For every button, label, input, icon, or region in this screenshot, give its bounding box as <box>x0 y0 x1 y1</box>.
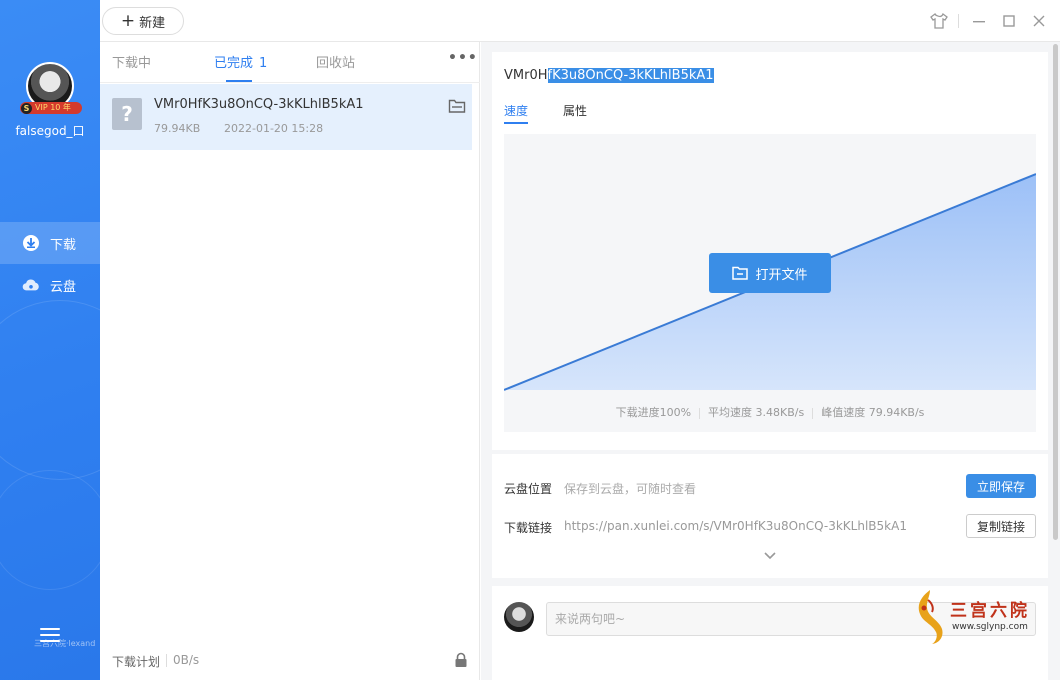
download-link-label: 下载链接 <box>504 521 553 535</box>
current-speed: 0B/s <box>173 653 200 667</box>
detail-panel: VMr0HfK3u8OnCQ-3kKLhlB5kA1 速度 属性 打开文件 下载… <box>481 42 1060 680</box>
completed-count: 1 <box>259 56 268 71</box>
plus-icon: + <box>120 10 136 31</box>
tab-completed-label: 已完成 <box>214 56 254 71</box>
avg-speed-stat: 平均速度 3.48KB/s <box>708 406 805 419</box>
download-plan-label[interactable]: 下载计划 <box>112 653 160 670</box>
unknown-file-icon: ? <box>112 98 142 130</box>
watermark-title: 三宫六院 <box>950 601 1030 621</box>
sidebar-item-cloud[interactable]: 云盘 <box>0 264 100 306</box>
speed-stats: 下载进度100% 平均速度 3.48KB/s 峰值速度 79.94KB/s <box>504 404 1036 420</box>
open-folder-icon[interactable] <box>448 98 466 114</box>
active-tab-indicator <box>504 122 528 124</box>
scrollbar[interactable] <box>1053 44 1058 540</box>
new-task-label: 新建 <box>139 15 166 31</box>
download-link-url[interactable]: https://pan.xunlei.com/s/VMr0HfK3u8OnCQ-… <box>564 519 907 533</box>
peak-speed-stat: 峰值速度 79.94KB/s <box>821 406 925 419</box>
open-file-label: 打开文件 <box>755 267 808 283</box>
file-size: 79.94KB <box>154 122 201 135</box>
more-icon[interactable]: ••• <box>448 50 477 70</box>
skin-shirt-icon[interactable] <box>928 10 950 32</box>
minimize-icon[interactable] <box>968 10 990 32</box>
watermark-url: www.sglynp.com <box>952 622 1028 632</box>
cloud-icon <box>22 276 40 294</box>
sidebar-item-label: 下载 <box>50 237 77 253</box>
task-list-panel: 下载中 已完成 1 回收站 ••• ? VMr0HfK3u8OnCQ-3kKLhl… <box>100 42 480 680</box>
file-date: 2022-01-20 15:28 <box>224 122 324 135</box>
username[interactable]: falsegod_口 <box>0 122 100 139</box>
file-name: VMr0HfK3u8OnCQ-3kKLhlB5kA1 <box>154 97 364 112</box>
sidebar-item-download[interactable]: 下载 <box>0 222 100 264</box>
avatar <box>504 602 534 632</box>
tab-properties[interactable]: 属性 <box>563 102 587 119</box>
title-separator <box>958 14 959 28</box>
open-file-button[interactable]: 打开文件 <box>709 253 831 293</box>
dragon-logo-icon <box>918 590 943 644</box>
divider <box>100 82 480 83</box>
sidebar-item-label: 云盘 <box>50 279 77 295</box>
detail-title[interactable]: VMr0HfK3u8OnCQ-3kKLhlB5kA1 <box>504 68 714 83</box>
cloud-card: 云盘位置 保存到云盘，可随时查看 立即保存 下载链接 https://pan.x… <box>492 454 1048 578</box>
download-icon <box>22 234 40 252</box>
divider <box>166 654 167 667</box>
sidebar-decoration <box>0 470 100 590</box>
speed-chart: 打开文件 下载进度100% 平均速度 3.48KB/s 峰值速度 79.94KB/s <box>504 134 1036 432</box>
sidebar: S VIP 10 年 falsegod_口 下载 云盘 三宫六院·lexand <box>0 0 100 680</box>
new-task-button[interactable]: + 新建 <box>102 7 184 35</box>
cloud-location-label: 云盘位置 <box>504 482 553 496</box>
chevron-down-icon[interactable] <box>762 550 778 562</box>
tab-speed[interactable]: 速度 <box>504 102 528 119</box>
watermark-text: 三宫六院·lexand <box>34 639 96 648</box>
sidebar-decoration <box>0 300 100 480</box>
detail-title-text: VMr0H <box>504 68 548 83</box>
title-bar: + 新建 <box>100 0 1060 42</box>
lock-icon[interactable] <box>454 652 468 668</box>
vip-badge-label: VIP 10 年 <box>35 103 71 112</box>
copy-link-button[interactable]: 复制链接 <box>966 514 1036 538</box>
maximize-icon[interactable] <box>998 10 1020 32</box>
vip-badge: S VIP 10 年 <box>20 102 82 114</box>
folder-icon <box>732 266 749 280</box>
cloud-location-hint: 保存到云盘，可随时查看 <box>564 482 697 496</box>
save-now-button[interactable]: 立即保存 <box>966 474 1036 498</box>
vip-s-icon: S <box>21 102 32 114</box>
list-item[interactable]: ? VMr0HfK3u8OnCQ-3kKLhlB5kA1 79.94KB 202… <box>100 84 472 150</box>
tab-downloading[interactable]: 下载中 <box>112 52 151 71</box>
detail-title-selected-text: fK3u8OnCQ-3kKLhlB5kA1 <box>547 68 714 83</box>
tab-completed[interactable]: 已完成 1 <box>214 52 267 71</box>
progress-stat: 下载进度100% <box>615 406 692 419</box>
tab-recycle-bin[interactable]: 回收站 <box>316 52 355 71</box>
close-icon[interactable] <box>1028 10 1050 32</box>
watermark-logo: 三宫六院 www.sglynp.com <box>908 586 1058 648</box>
speed-card: VMr0HfK3u8OnCQ-3kKLhlB5kA1 速度 属性 打开文件 下载… <box>492 52 1048 450</box>
